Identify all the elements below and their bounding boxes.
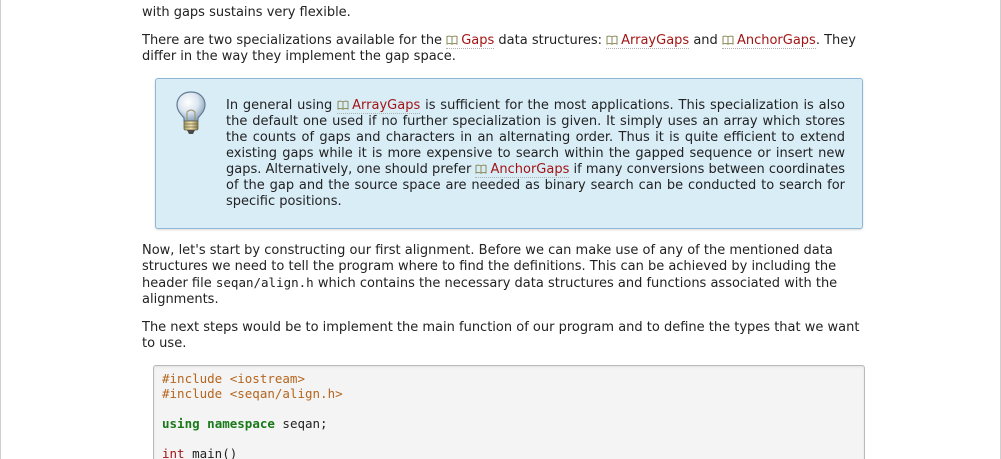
code-line-include-iostream: #include <iostream> [162, 371, 305, 386]
inline-code-header: seqan/align.h [215, 275, 314, 290]
paragraph-gaps-intro: x with gaps sustains very flexible. [142, 0, 864, 21]
text: In general using [226, 98, 338, 113]
text: There are two specializations available … [142, 33, 447, 48]
code-text: main() [184, 446, 238, 459]
documentation-page: { "paragraphs": { "top": { "line_tail": … [0, 0, 1001, 459]
book-icon [606, 35, 618, 45]
link-label: AnchorGaps [736, 33, 816, 48]
link-arraygaps[interactable]: ArrayGaps [606, 33, 690, 49]
code-line-using-namespace: using namespace seqan; [162, 416, 864, 431]
code-block[interactable]: #include <iostream> #include <seqan/alig… [153, 365, 865, 459]
paragraph-specializations: There are two specializations available … [142, 33, 864, 65]
link-label: AnchorGaps [490, 162, 570, 177]
code-line-include-align: #include <seqan/align.h> [162, 386, 343, 401]
tip-box: In general using ArrayGaps is sufficient… [155, 78, 863, 229]
text: The next steps would be to implement the… [142, 320, 860, 351]
text: data structures: [494, 33, 607, 48]
link-anchorgaps-tip[interactable]: AnchorGaps [475, 162, 570, 178]
code-line-int-main: int main() [162, 446, 864, 459]
code-type: int [162, 446, 185, 459]
code-text: seqan; [274, 416, 328, 431]
link-gaps[interactable]: Gaps [446, 33, 495, 49]
book-icon [722, 35, 734, 45]
book-icon [446, 35, 458, 45]
text: and [689, 33, 722, 48]
code-keyword: namespace [207, 416, 275, 431]
paragraph-line: with gaps sustains very flexible. [142, 5, 351, 20]
book-icon [337, 100, 349, 110]
paragraph-first-alignment: Now, let's start by constructing our fir… [142, 243, 864, 308]
link-label: ArrayGaps [621, 33, 690, 48]
link-label: Gaps [461, 33, 495, 48]
link-arraygaps-tip[interactable]: ArrayGaps [337, 98, 421, 114]
book-icon [475, 164, 487, 174]
code-keyword: using [162, 416, 200, 431]
link-anchorgaps[interactable]: AnchorGaps [721, 33, 816, 49]
link-label: ArrayGaps [352, 98, 421, 113]
tip-text: In general using ArrayGaps is sufficient… [226, 98, 845, 210]
paragraph-next-steps: The next steps would be to implement the… [142, 320, 864, 352]
lightbulb-icon [174, 90, 208, 136]
